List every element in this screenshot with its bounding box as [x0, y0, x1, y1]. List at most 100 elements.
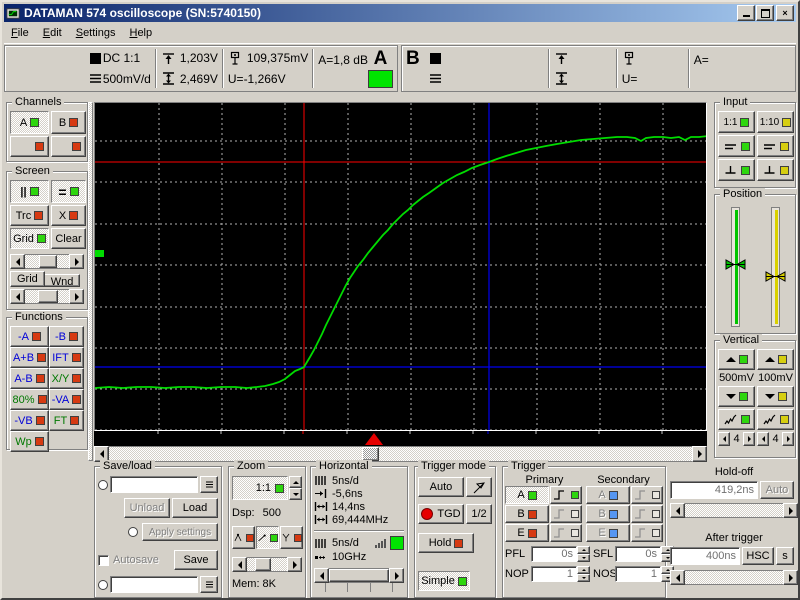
range-down-a-button[interactable] — [718, 386, 755, 407]
after-trigger-scrollbar[interactable] — [670, 570, 798, 585]
ground-a-button[interactable] — [718, 159, 755, 181]
channel-b-button[interactable]: B — [51, 111, 86, 134]
function-button-X/Y[interactable]: X/Y — [49, 368, 84, 389]
smoothing-a-button[interactable] — [718, 409, 755, 430]
file2-radio[interactable] — [98, 580, 108, 590]
sfl-input[interactable] — [615, 546, 661, 562]
hold-button[interactable]: Hold — [418, 533, 474, 553]
range-down-b-button[interactable] — [757, 386, 794, 407]
autosave-checkbox[interactable] — [98, 555, 109, 566]
position-slider-a[interactable] — [731, 207, 740, 327]
tab-wnd[interactable]: Wnd — [44, 274, 81, 287]
function-button--VB[interactable]: -VB — [10, 410, 49, 431]
zoom-down[interactable] — [289, 488, 302, 500]
menu-edit[interactable]: Edit — [36, 24, 69, 42]
primary-edge-A-button[interactable] — [550, 486, 582, 504]
scroll-right-arrow[interactable] — [783, 503, 798, 518]
menu-file[interactable]: File — [4, 24, 36, 42]
function-button--VA[interactable]: -VA — [49, 389, 84, 410]
scroll-left-arrow[interactable] — [10, 254, 25, 269]
zoom-up[interactable] — [289, 476, 302, 488]
scroll-right-arrow[interactable] — [783, 570, 798, 585]
holdoff-auto-button[interactable]: Auto — [760, 481, 794, 499]
tgd-button[interactable]: TGD — [418, 504, 464, 524]
scope-plot[interactable] — [94, 102, 707, 431]
display-dots-button[interactable] — [232, 526, 255, 549]
function-button-FT[interactable]: FT — [49, 410, 84, 431]
window-position-scrollbar[interactable] — [10, 289, 84, 304]
function-button-A-B[interactable]: A-B — [10, 368, 49, 389]
after-trigger-input[interactable] — [670, 547, 740, 565]
function-button-Wp[interactable]: Wp — [10, 431, 49, 452]
secondary-trigger-E-button[interactable]: E — [586, 524, 630, 542]
simple-mode-button[interactable]: Simple — [418, 571, 470, 591]
pfl-input[interactable] — [531, 546, 577, 562]
function-button--A[interactable]: -A — [10, 326, 49, 347]
scroll-right-arrow[interactable] — [287, 557, 302, 572]
scrollbar-thumb[interactable] — [362, 447, 379, 461]
zoom-scrollbar[interactable] — [232, 557, 302, 572]
run-pause-button[interactable]: || — [10, 180, 49, 203]
scroll-left-arrow[interactable] — [670, 503, 685, 518]
range-up-a-button[interactable] — [718, 349, 755, 370]
avg-a-left[interactable] — [718, 432, 730, 446]
file2-list-button[interactable] — [200, 576, 218, 593]
probe-1to10-button[interactable]: 1:10 — [757, 111, 794, 133]
display-linear-button[interactable] — [256, 526, 279, 549]
scroll-left-arrow[interactable] — [10, 289, 25, 304]
secondary-trigger-B-button[interactable]: B — [586, 505, 630, 523]
save-button[interactable]: Save — [174, 550, 218, 570]
avg-b-right[interactable] — [782, 432, 794, 446]
function-button-IFT[interactable]: IFT — [49, 347, 84, 368]
function-button-A+B[interactable]: A+B — [10, 347, 49, 368]
unload-button[interactable]: Unload — [124, 498, 170, 518]
holdoff-scrollbar[interactable] — [670, 503, 798, 518]
file2-input[interactable] — [110, 576, 198, 593]
position-slider-b[interactable] — [771, 207, 780, 327]
position-handle-a[interactable] — [724, 258, 747, 271]
primary-trigger-E-button[interactable]: E — [505, 524, 549, 542]
close-button[interactable]: × — [776, 5, 794, 21]
channel-a-button[interactable]: A — [10, 111, 49, 134]
half-level-button[interactable]: 1/2 — [466, 504, 492, 524]
primary-trigger-A-button[interactable]: A — [505, 486, 549, 504]
grid-button[interactable]: Grid — [10, 228, 49, 249]
horizontal-scrollbar[interactable] — [314, 568, 404, 583]
file1-input[interactable] — [110, 476, 198, 493]
plot-horizontal-scrollbar[interactable] — [94, 446, 707, 462]
smoothing-b-button[interactable] — [757, 409, 794, 430]
function-button-80%[interactable]: 80% — [10, 389, 49, 410]
range-up-b-button[interactable] — [757, 349, 794, 370]
channel-math2-button[interactable] — [51, 136, 86, 157]
holdoff-input[interactable] — [670, 481, 758, 499]
probe-1to1-button[interactable]: 1:1 — [718, 111, 755, 133]
scroll-right-arrow[interactable] — [692, 446, 707, 462]
trace-button[interactable]: Trc — [10, 205, 49, 226]
display-sinx-button[interactable] — [280, 526, 303, 549]
scrollbar-thumb[interactable] — [329, 569, 389, 582]
scroll-right-arrow[interactable] — [389, 568, 404, 583]
avg-b-left[interactable] — [757, 432, 769, 446]
ground-b-button[interactable] — [757, 159, 794, 181]
tab-grid[interactable]: Grid — [10, 271, 45, 287]
hsc-button[interactable]: HSC — [742, 547, 774, 565]
primary-edge-E-button[interactable] — [550, 524, 582, 542]
scroll-left-arrow[interactable] — [670, 570, 685, 585]
load-button[interactable]: Load — [172, 498, 218, 518]
coupling-b-button[interactable] — [757, 135, 794, 157]
trigger-position-strip[interactable] — [94, 431, 707, 446]
menu-settings[interactable]: Settings — [69, 24, 123, 42]
secondary-trigger-A-button[interactable]: A — [586, 486, 630, 504]
clear-button[interactable]: Clear — [51, 228, 86, 249]
function-button--B[interactable]: -B — [49, 326, 84, 347]
avg-a-right[interactable] — [743, 432, 755, 446]
secondary-edge-E-button[interactable] — [631, 524, 663, 542]
auto-trigger-button[interactable]: Auto — [418, 477, 464, 497]
secondary-edge-B-button[interactable] — [631, 505, 663, 523]
scroll-left-arrow[interactable] — [232, 557, 247, 572]
file1-radio[interactable] — [98, 480, 108, 490]
primary-trigger-B-button[interactable]: B — [505, 505, 549, 523]
x-mode-button[interactable]: X — [51, 205, 86, 226]
coupling-a-button[interactable] — [718, 135, 755, 157]
lines-mode-button[interactable]: = — [51, 180, 86, 203]
